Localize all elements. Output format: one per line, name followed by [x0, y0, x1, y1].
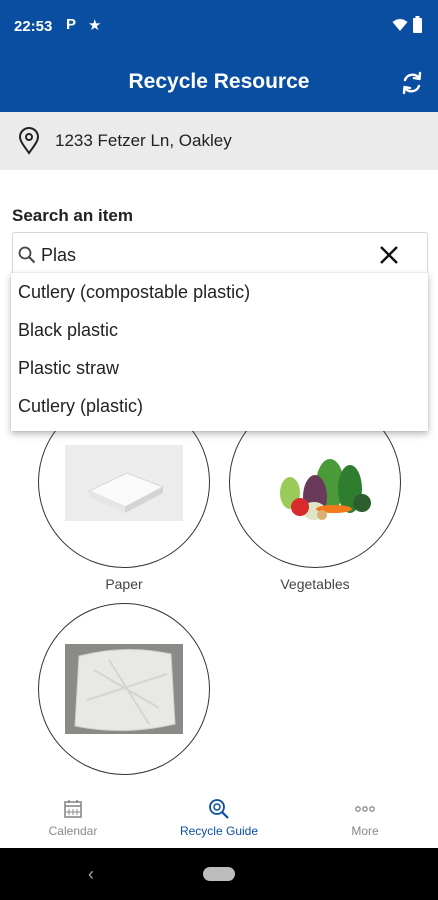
tab-label-recycle-guide: Recycle Guide: [179, 824, 259, 838]
tab-label-calendar: Calendar: [48, 824, 98, 838]
app-title: Recycle Resource: [128, 70, 310, 93]
address-bar[interactable]: 1233 Fetzer Ln, Oakley: [0, 112, 438, 170]
status-time: 22:53: [14, 18, 53, 35]
category-label-vegetables: Vegetables: [280, 576, 350, 592]
suggestion-dropdown: Cutlery (compostable plastic) Black plas…: [11, 273, 428, 431]
search-icon: [18, 246, 36, 264]
search-input[interactable]: Plas: [12, 232, 428, 276]
tab-more[interactable]: More: [292, 790, 438, 848]
address-text: 1233 Fetzer Ln, Oakley: [55, 131, 232, 150]
more-icon: [355, 806, 375, 812]
home-pill[interactable]: [203, 867, 235, 881]
tab-recycle-guide[interactable]: Recycle Guide: [146, 790, 292, 848]
calendar-icon: [64, 800, 82, 818]
category-plastic-bag[interactable]: [38, 603, 210, 775]
location-pin-icon: [18, 127, 40, 155]
search-label: Search an item: [12, 206, 133, 225]
suggestion-item[interactable]: Black plastic: [11, 311, 428, 349]
close-icon[interactable]: [377, 243, 401, 267]
search-query[interactable]: Plas: [41, 245, 76, 266]
refresh-icon[interactable]: [400, 69, 424, 97]
star-icon: ★: [88, 17, 102, 34]
suggestion-item[interactable]: Cutlery (compostable plastic): [11, 273, 428, 311]
recycle-guide-icon: [209, 799, 229, 819]
system-nav-bar: ‹: [0, 848, 438, 900]
bottom-tab-bar: Calendar Recycle Guide More: [0, 790, 438, 848]
battery-icon: [413, 16, 422, 33]
plastic-bag-image: [65, 644, 183, 734]
status-bar: 22:53 P ★: [0, 0, 438, 56]
app-bar: Recycle Resource: [0, 56, 438, 112]
tab-calendar[interactable]: Calendar: [0, 790, 146, 848]
wifi-icon: [392, 19, 408, 31]
back-icon[interactable]: ‹: [88, 864, 94, 885]
category-label-paper: Paper: [105, 576, 143, 592]
tab-label-more: More: [351, 824, 379, 838]
parking-icon: P: [66, 16, 77, 33]
suggestion-item[interactable]: Plastic straw: [11, 349, 428, 387]
suggestion-item[interactable]: Cutlery (plastic): [11, 387, 428, 425]
